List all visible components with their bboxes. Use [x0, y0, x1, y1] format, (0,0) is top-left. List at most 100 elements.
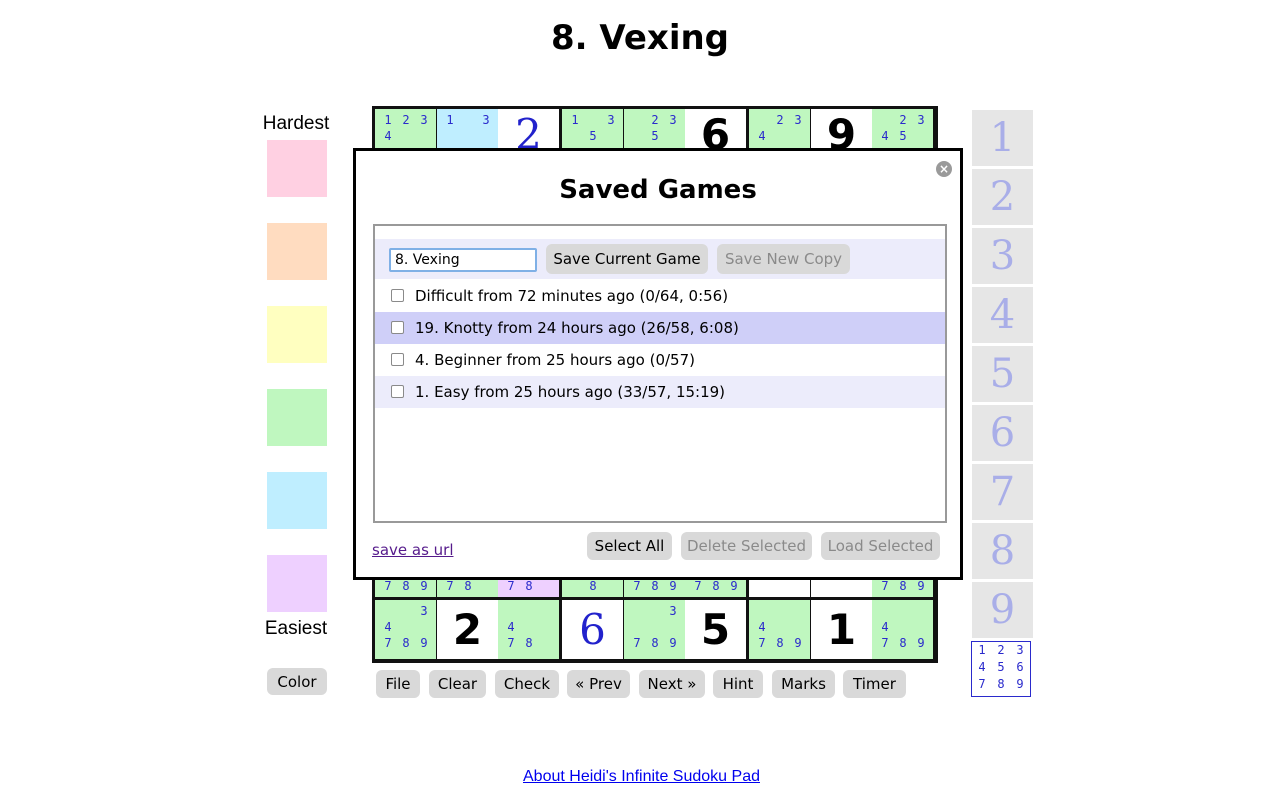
candidate-mark: 3 [669, 113, 677, 127]
sudoku-cell[interactable]: 2 [437, 600, 498, 659]
file-button[interactable]: File [376, 670, 420, 698]
color-swatch[interactable] [267, 472, 327, 529]
sudoku-cell[interactable]: 4 789 [872, 600, 933, 659]
candidate-mark: 8 [899, 579, 907, 593]
sudoku-cell[interactable]: 1 [811, 600, 872, 659]
candidate-mark: 4 [758, 620, 766, 634]
number-key[interactable]: 9 [972, 582, 1033, 638]
candidate-mark: 7 [881, 579, 889, 593]
number-key[interactable]: 1 [972, 110, 1033, 166]
color-swatch[interactable] [267, 306, 327, 363]
pencil-digit: 6 [1016, 660, 1024, 674]
cell-value: 1 [826, 605, 857, 654]
pencil-digit: 1 [978, 643, 986, 657]
candidate-mark: 8 [464, 579, 472, 593]
candidate-mark: 2 [402, 113, 410, 127]
sudoku-cell[interactable]: 5 [685, 600, 746, 659]
save-current-game-button[interactable]: Save Current Game [546, 244, 708, 274]
saved-game-label: 1. Easy from 25 hours ago (33/57, 15:19) [415, 383, 726, 401]
load-selected-button[interactable]: Load Selected [821, 532, 940, 560]
number-key[interactable]: 3 [972, 228, 1033, 284]
color-button[interactable]: Color [267, 668, 327, 695]
candidate-mark: 5 [899, 129, 907, 143]
number-key[interactable]: 2 [972, 169, 1033, 225]
dialog-title: Saved Games [559, 175, 757, 205]
number-key[interactable]: 6 [972, 405, 1033, 461]
saved-game-row[interactable]: 1. Easy from 25 hours ago (33/57, 15:19) [375, 376, 945, 408]
saved-game-label: Difficult from 72 minutes ago (0/64, 0:5… [415, 287, 729, 305]
number-key[interactable]: 8 [972, 523, 1033, 579]
sudoku-cell[interactable]: 3 4 789 [375, 600, 436, 659]
candidate-mark: 3 [794, 113, 802, 127]
candidate-mark: 7 [507, 579, 515, 593]
sudoku-cell[interactable]: 6 [562, 600, 623, 659]
candidate-mark: 7 [384, 636, 392, 650]
timer-button[interactable]: Timer [843, 670, 906, 698]
saved-game-row[interactable]: 19. Knotty from 24 hours ago (26/58, 6:0… [375, 312, 945, 344]
candidate-mark: 2 [899, 113, 907, 127]
pencil-digit: 4 [978, 660, 986, 674]
candidate-mark: 7 [384, 579, 392, 593]
saved-game-checkbox[interactable] [391, 353, 404, 366]
sudoku-cell[interactable]: 3 789 [624, 600, 685, 659]
sudoku-cell[interactable]: 4 78 [498, 600, 559, 659]
candidate-mark: 9 [917, 636, 925, 650]
candidate-mark: 2 [776, 113, 784, 127]
sudoku-cell[interactable]: 4 789 [749, 600, 810, 659]
about-link[interactable]: About Heidi's Infinite Sudoku Pad [0, 768, 1280, 786]
color-swatch[interactable] [267, 555, 327, 612]
pencil-digit: 8 [997, 677, 1005, 691]
marks-button[interactable]: Marks [772, 670, 835, 698]
candidate-mark: 8 [525, 579, 533, 593]
candidate-mark: 9 [917, 579, 925, 593]
candidate-mark: 9 [730, 579, 738, 593]
clear-button[interactable]: Clear [429, 670, 486, 698]
pencil-digit: 2 [997, 643, 1005, 657]
saved-game-row[interactable]: 4. Beginner from 25 hours ago (0/57) [375, 344, 945, 376]
pencil-marks-key[interactable]: 123 456 789 [971, 641, 1031, 697]
save-new-copy-button[interactable]: Save New Copy [717, 244, 850, 274]
candidate-mark: 8 [525, 636, 533, 650]
number-key[interactable]: 7 [972, 464, 1033, 520]
color-swatch[interactable] [267, 140, 327, 197]
save-controls-row: Save Current Game Save New Copy [375, 239, 945, 279]
save-as-url-link[interactable]: save as url [372, 541, 454, 559]
pencil-digit: 5 [997, 660, 1005, 674]
select-all-button[interactable]: Select All [587, 532, 672, 560]
saved-game-label: 4. Beginner from 25 hours ago (0/57) [415, 351, 695, 369]
candidate-mark: 7 [446, 579, 454, 593]
easiest-label: Easiest [264, 618, 328, 639]
candidate-mark: 3 [669, 604, 677, 618]
candidate-mark: 7 [694, 579, 702, 593]
candidate-mark: 7 [633, 636, 641, 650]
saved-game-checkbox[interactable] [391, 385, 404, 398]
candidate-mark: 9 [420, 579, 428, 593]
candidate-mark: 7 [758, 636, 766, 650]
saved-game-row[interactable]: Difficult from 72 minutes ago (0/64, 0:5… [375, 280, 945, 312]
color-swatch[interactable] [267, 389, 327, 446]
candidate-mark: 1 [571, 113, 579, 127]
number-key[interactable]: 5 [972, 346, 1033, 402]
candidate-mark: 7 [881, 636, 889, 650]
candidate-mark: 8 [589, 579, 597, 593]
saved-game-checkbox[interactable] [391, 289, 404, 302]
candidate-mark: 8 [402, 579, 410, 593]
pencil-digit: 3 [1016, 643, 1024, 657]
candidate-mark: 9 [420, 636, 428, 650]
hardest-label: Hardest [262, 113, 330, 134]
number-key[interactable]: 4 [972, 287, 1033, 343]
prev-button[interactable]: « Prev [567, 670, 630, 698]
game-name-input[interactable] [389, 248, 537, 272]
check-button[interactable]: Check [495, 670, 559, 698]
candidate-mark: 3 [607, 113, 615, 127]
pencil-digit: 9 [1016, 677, 1024, 691]
candidate-mark: 4 [881, 129, 889, 143]
candidate-mark: 5 [651, 129, 659, 143]
saved-game-checkbox[interactable] [391, 321, 404, 334]
candidate-mark: 5 [589, 129, 597, 143]
candidate-mark: 4 [507, 620, 515, 634]
hint-button[interactable]: Hint [713, 670, 763, 698]
next-button[interactable]: Next » [639, 670, 705, 698]
delete-selected-button[interactable]: Delete Selected [681, 532, 812, 560]
color-swatch[interactable] [267, 223, 327, 280]
